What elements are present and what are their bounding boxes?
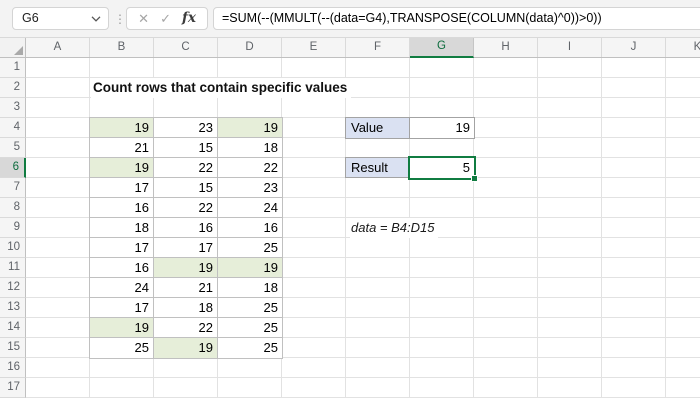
cell-c15[interactable]: 19 xyxy=(154,338,218,358)
range-annotation: data = B4:D15 xyxy=(350,218,439,238)
value-label-cell-f4[interactable]: Value xyxy=(346,118,410,138)
cell-b5[interactable]: 21 xyxy=(90,138,154,158)
row-header-4[interactable]: 4 xyxy=(0,118,26,138)
column-header-c[interactable]: C xyxy=(154,38,218,57)
column-header-a[interactable]: A xyxy=(26,38,90,57)
insert-function-icon[interactable]: fx xyxy=(182,11,196,26)
cell-b6[interactable]: 19 xyxy=(90,158,154,178)
separator-dots-icon: ⋮ xyxy=(114,12,126,26)
cell-b7[interactable]: 17 xyxy=(90,178,154,198)
row-header-7[interactable]: 7 xyxy=(0,178,26,198)
row-header-6[interactable]: 6 xyxy=(0,158,26,178)
cell-b13[interactable]: 17 xyxy=(90,298,154,318)
select-all-triangle-icon xyxy=(14,46,23,55)
data-table: 19 23 19 21 15 18 19 22 22 17 15 23 16 22 24 18 16 16 17 17… xyxy=(89,117,283,359)
cell-d6[interactable]: 22 xyxy=(218,158,282,178)
row-header-14[interactable]: 14 xyxy=(0,318,26,338)
enter-icon[interactable]: ✓ xyxy=(160,12,171,25)
row-header-5[interactable]: 5 xyxy=(0,138,26,158)
cell-c4[interactable]: 23 xyxy=(154,118,218,138)
cell-d11[interactable]: 19 xyxy=(218,258,282,278)
chevron-down-icon[interactable] xyxy=(91,16,101,22)
cell-b8[interactable]: 16 xyxy=(90,198,154,218)
cell-d14[interactable]: 25 xyxy=(218,318,282,338)
cell-c7[interactable]: 15 xyxy=(154,178,218,198)
cell-c13[interactable]: 18 xyxy=(154,298,218,318)
cancel-icon[interactable]: ✕ xyxy=(138,12,149,25)
cell-d8[interactable]: 24 xyxy=(218,198,282,218)
cell-d12[interactable]: 18 xyxy=(218,278,282,298)
row-header-3[interactable]: 3 xyxy=(0,98,26,118)
cell-b12[interactable]: 24 xyxy=(90,278,154,298)
result-value: 5 xyxy=(462,160,470,175)
cell-c11[interactable]: 19 xyxy=(154,258,218,278)
column-header-g[interactable]: G xyxy=(410,38,474,58)
cell-c6[interactable]: 22 xyxy=(154,158,218,178)
cell-d4[interactable]: 19 xyxy=(218,118,282,138)
row-header-1[interactable]: 1 xyxy=(0,58,26,78)
column-header-h[interactable]: H xyxy=(474,38,538,57)
cell-c8[interactable]: 22 xyxy=(154,198,218,218)
cell-c9[interactable]: 16 xyxy=(154,218,218,238)
cell-d13[interactable]: 25 xyxy=(218,298,282,318)
row-header-17[interactable]: 17 xyxy=(0,378,26,398)
cell-b10[interactable]: 17 xyxy=(90,238,154,258)
cell-b9[interactable]: 18 xyxy=(90,218,154,238)
column-header-d[interactable]: D xyxy=(218,38,282,57)
cell-d10[interactable]: 25 xyxy=(218,238,282,258)
name-box-value: G6 xyxy=(22,11,39,25)
column-header-b[interactable]: B xyxy=(90,38,154,57)
value-cell-g4[interactable]: 19 xyxy=(410,118,474,138)
sheet-title-cell-b2[interactable]: Count rows that contain specific values xyxy=(91,78,352,98)
cell-c10[interactable]: 17 xyxy=(154,238,218,258)
name-box[interactable]: G6 xyxy=(12,7,109,30)
formula-text: =SUM(--(MMULT(--(data=G4),TRANSPOSE(COLU… xyxy=(222,11,602,25)
cell-d15[interactable]: 25 xyxy=(218,338,282,358)
cell-d5[interactable]: 18 xyxy=(218,138,282,158)
row-header-15[interactable]: 15 xyxy=(0,338,26,358)
row-header-13[interactable]: 13 xyxy=(0,298,26,318)
row-header-12[interactable]: 12 xyxy=(0,278,26,298)
value-box: Value 19 xyxy=(345,117,475,139)
column-header-e[interactable]: E xyxy=(282,38,346,57)
cell-c14[interactable]: 22 xyxy=(154,318,218,338)
cell-b4[interactable]: 19 xyxy=(90,118,154,138)
cell-c5[interactable]: 15 xyxy=(154,138,218,158)
cell-b14[interactable]: 19 xyxy=(90,318,154,338)
formula-input[interactable]: =SUM(--(MMULT(--(data=G4),TRANSPOSE(COLU… xyxy=(213,7,700,30)
column-header-i[interactable]: I xyxy=(538,38,602,57)
select-all-button[interactable] xyxy=(0,38,26,58)
row-header-2[interactable]: 2 xyxy=(0,78,26,98)
cell-d9[interactable]: 16 xyxy=(218,218,282,238)
fill-handle[interactable] xyxy=(471,175,478,182)
row-header-10[interactable]: 10 xyxy=(0,238,26,258)
cell-d7[interactable]: 23 xyxy=(218,178,282,198)
row-header-16[interactable]: 16 xyxy=(0,358,26,378)
cell-b15[interactable]: 25 xyxy=(90,338,154,358)
column-header-f[interactable]: F xyxy=(346,38,410,57)
column-header-j[interactable]: J xyxy=(602,38,666,57)
result-label-cell-f6[interactable]: Result xyxy=(345,157,410,178)
row-header-11[interactable]: 11 xyxy=(0,258,26,278)
column-header-k[interactable]: K xyxy=(666,38,700,57)
formula-buttons: ✕ ✓ fx xyxy=(126,7,208,30)
cell-c12[interactable]: 21 xyxy=(154,278,218,298)
row-header-9[interactable]: 9 xyxy=(0,218,26,238)
formula-bar: G6 ⋮ ✕ ✓ fx =SUM(--(MMULT(--(data=G4),TR… xyxy=(0,0,700,38)
row-header-8[interactable]: 8 xyxy=(0,198,26,218)
cell-b11[interactable]: 16 xyxy=(90,258,154,278)
selected-cell-g6[interactable]: 5 xyxy=(408,156,478,182)
